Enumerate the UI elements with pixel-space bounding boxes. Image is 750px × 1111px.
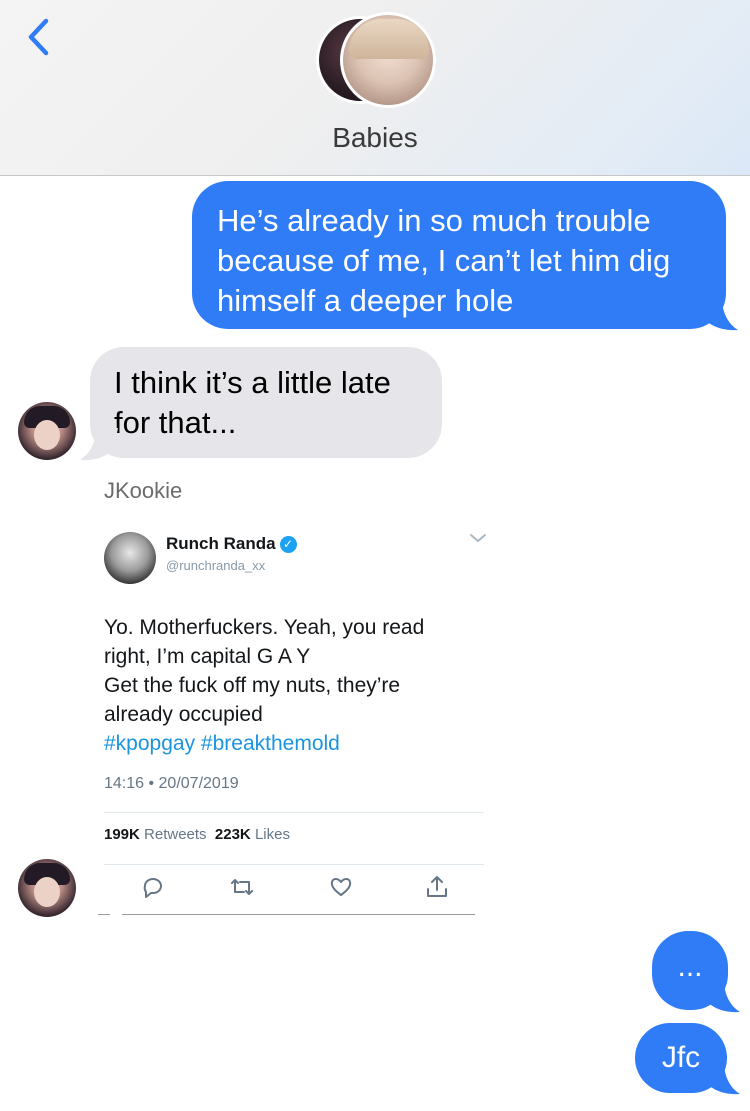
divider bbox=[104, 864, 484, 865]
bubble-tail bbox=[702, 1062, 740, 1095]
verified-badge-icon: ✓ bbox=[279, 535, 297, 553]
divider bbox=[104, 812, 484, 813]
tweet-text-line: right, I’m capital G A Y bbox=[104, 645, 311, 668]
chevron-down-icon bbox=[470, 534, 486, 542]
received-message-bubble[interactable]: I think it’s a little late for that... bbox=[90, 347, 442, 458]
like-count: 223K bbox=[214, 826, 251, 843]
share-icon bbox=[427, 876, 447, 897]
message-line: for that... bbox=[114, 405, 237, 440]
tweet-text: Yo. Motherfuckers. Yeah, you read right,… bbox=[104, 613, 484, 758]
heart-icon bbox=[330, 878, 352, 896]
retweet-count: 199K bbox=[104, 826, 140, 843]
message-line: He’s already in so much trouble bbox=[217, 203, 651, 238]
bubble-tail bbox=[702, 980, 740, 1013]
divider bbox=[98, 914, 110, 915]
back-chevron-icon[interactable] bbox=[22, 16, 58, 58]
message-text: ... bbox=[677, 950, 703, 983]
tweet-author: Runch Randa ✓ bbox=[166, 534, 297, 554]
group-avatar[interactable] bbox=[316, 12, 436, 110]
tweet-text-line: Get the fuck off my nuts, they’re bbox=[104, 674, 401, 697]
tweet-stats: 199K Retweets 223K Likes bbox=[104, 826, 290, 843]
sender-name: JKookie bbox=[104, 478, 183, 503]
reply-icon bbox=[143, 878, 162, 898]
bubble-tail bbox=[80, 428, 118, 461]
conversation-header: Babies bbox=[0, 0, 750, 176]
sent-message-bubble[interactable]: He’s already in so much trouble because … bbox=[192, 181, 726, 329]
group-avatar-primary bbox=[340, 12, 436, 108]
message-line: I think it’s a little late bbox=[114, 365, 391, 400]
retweet-label: Retweets bbox=[144, 826, 207, 843]
divider bbox=[122, 914, 475, 915]
tweet-author-avatar bbox=[104, 532, 156, 584]
sender-avatar[interactable] bbox=[18, 859, 76, 917]
bubble-tail bbox=[700, 298, 738, 331]
retweet-icon bbox=[231, 879, 253, 895]
message-line: because of me, I can’t let him dig bbox=[217, 243, 671, 278]
hashtag-link: #breakthemold bbox=[200, 732, 340, 755]
tweet-author-handle: @runchranda_xx bbox=[166, 558, 266, 573]
tweet-text-line: Yo. Motherfuckers. Yeah, you read bbox=[104, 616, 425, 639]
contact-name[interactable]: Babies bbox=[0, 122, 750, 154]
tweet-text-line: already occupied bbox=[104, 703, 263, 726]
tweet-timestamp: 14:16 • 20/07/2019 bbox=[104, 775, 239, 792]
like-label: Likes bbox=[254, 826, 290, 843]
message-line: himself a deeper hole bbox=[217, 283, 514, 318]
tweet-actions bbox=[104, 874, 484, 904]
sender-avatar[interactable] bbox=[18, 402, 76, 460]
tweet-author-name: Runch Randa bbox=[166, 534, 276, 553]
message-text: Jfc bbox=[661, 1041, 701, 1074]
hashtag-link: #kpopgay bbox=[104, 732, 196, 755]
